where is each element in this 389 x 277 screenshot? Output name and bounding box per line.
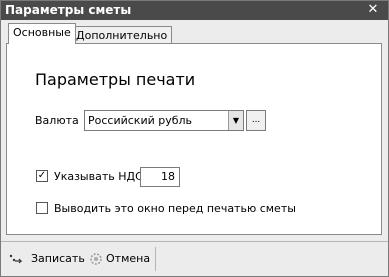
currency-select[interactable]: Российский рубль ▼ bbox=[84, 110, 244, 131]
tab-additional[interactable]: Дополнительно bbox=[71, 26, 173, 44]
save-label: Записать bbox=[31, 252, 85, 265]
close-icon[interactable]: ✕ bbox=[365, 2, 381, 18]
estimate-parameters-window: Параметры сметы ✕ Основные Дополнительно… bbox=[0, 0, 389, 277]
title-bar: Параметры сметы ✕ bbox=[1, 1, 388, 20]
chevron-down-icon[interactable]: ▼ bbox=[228, 111, 243, 130]
vat-rate-input[interactable]: 18 bbox=[140, 167, 180, 187]
vat-label: Указывать НДС bbox=[54, 170, 143, 183]
show-before-print-checkbox[interactable] bbox=[36, 202, 48, 214]
main-tab-panel: Параметры печати Валюта Российский рубль… bbox=[6, 43, 382, 235]
window-title: Параметры сметы bbox=[5, 3, 132, 17]
toolbar-divider bbox=[155, 247, 156, 271]
vat-checkbox[interactable]: ✓ bbox=[36, 170, 48, 182]
save-icon bbox=[9, 254, 23, 264]
save-button[interactable]: Записать bbox=[8, 248, 85, 270]
currency-label: Валюта bbox=[35, 114, 79, 127]
cancel-label: Отмена bbox=[106, 252, 151, 265]
currency-browse-button[interactable]: ... bbox=[246, 110, 266, 131]
tab-main[interactable]: Основные bbox=[8, 23, 76, 44]
show-before-print-label: Выводить это окно перед печатью сметы bbox=[54, 202, 296, 215]
cancel-button[interactable]: Отмена bbox=[89, 248, 150, 270]
print-params-heading: Параметры печати bbox=[35, 70, 196, 89]
currency-selected-value: Российский рубль bbox=[88, 114, 193, 127]
cancel-icon bbox=[90, 253, 102, 265]
footer-toolbar: Записать Отмена bbox=[1, 241, 388, 277]
